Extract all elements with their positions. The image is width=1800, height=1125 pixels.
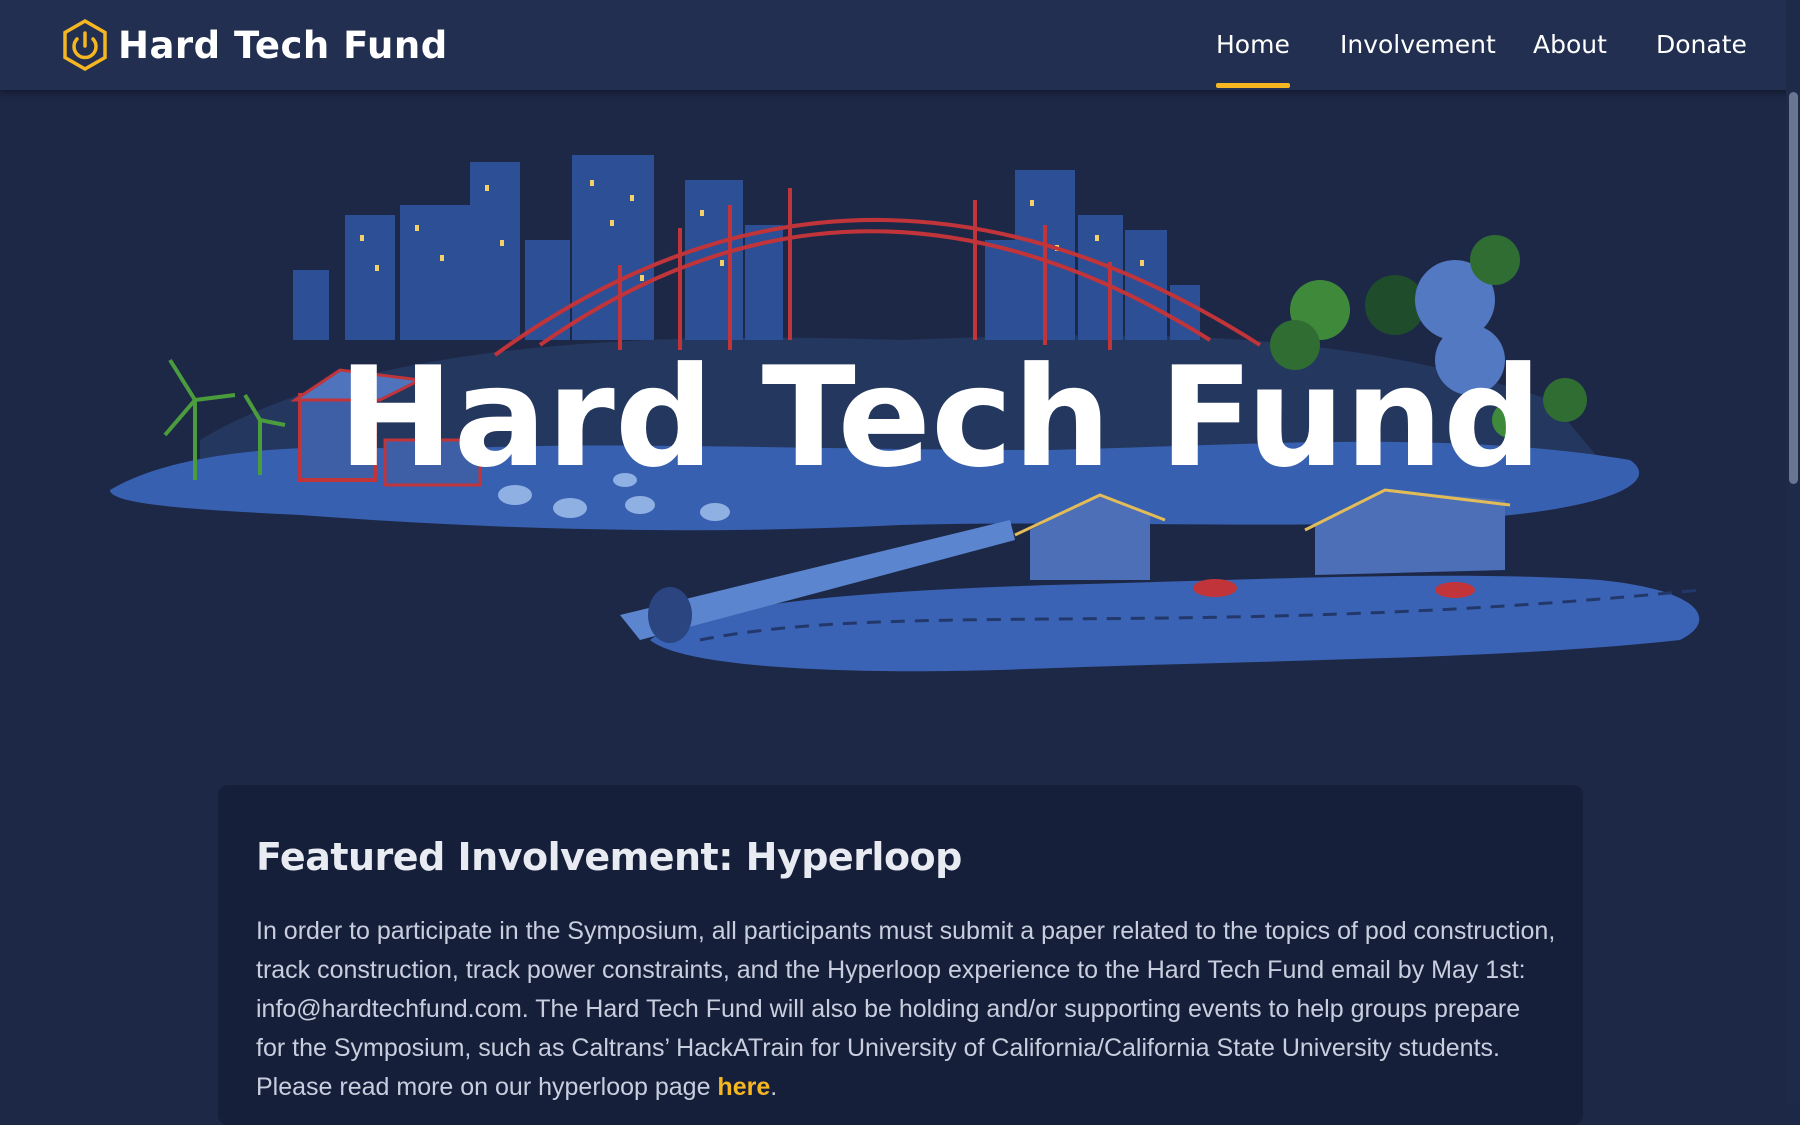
nav-home-link[interactable]: Home: [1216, 25, 1290, 88]
city-buildings-left: [293, 155, 783, 340]
red-car: [1435, 582, 1475, 598]
nav-about-link[interactable]: About: [1533, 25, 1607, 65]
top-navbar: Hard Tech Fund Home Involvement About Do…: [0, 0, 1800, 90]
hero-illustration: Hard Tech Fund: [0, 90, 1786, 710]
featured-body: In order to participate in the Symposium…: [256, 912, 1556, 1107]
brand-name: Hard Tech Fund: [118, 23, 448, 67]
featured-title: Featured Involvement: Hyperloop: [256, 835, 962, 879]
featured-body-end: .: [770, 1073, 778, 1101]
hero-title: Hard Tech Fund: [338, 337, 1542, 498]
nav-donate-link[interactable]: Donate: [1656, 25, 1747, 65]
hyperloop-page-link[interactable]: here: [717, 1073, 770, 1101]
nav-involvement-link[interactable]: Involvement: [1340, 25, 1496, 65]
featured-body-text: In order to participate in the Symposium…: [256, 917, 1556, 1101]
brand-logo-link[interactable]: Hard Tech Fund: [60, 18, 448, 72]
featured-involvement-card: Featured Involvement: Hyperloop In order…: [218, 785, 1583, 1125]
scrollbar-thumb[interactable]: [1789, 92, 1798, 484]
power-hexagon-icon: [63, 18, 107, 72]
red-car: [1193, 579, 1237, 597]
